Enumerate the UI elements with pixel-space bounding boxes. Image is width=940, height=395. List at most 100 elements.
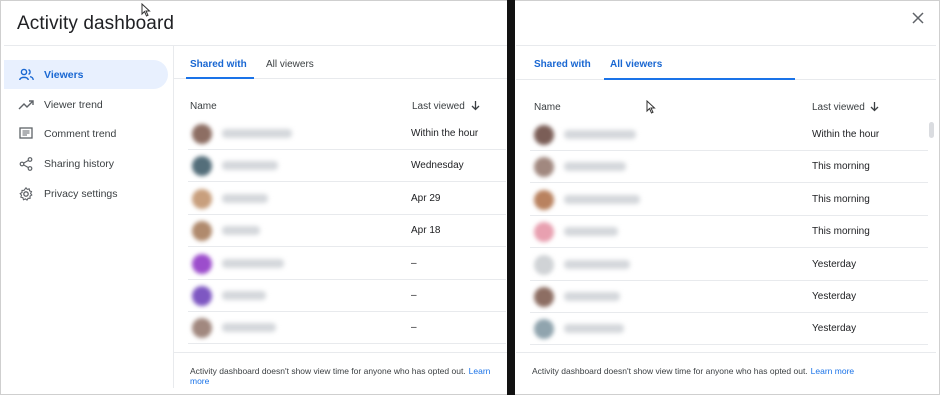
tab-bar-right: Shared with All viewers [516,46,936,80]
activity-dashboard-panel-left: Activity dashboard Viewers Viewer trend … [4,3,507,388]
avatar [534,287,554,307]
tab-shared-with[interactable]: Shared with [190,59,247,70]
blurred-viewer-name [222,323,276,333]
last-viewed-value: Yesterday [812,323,857,335]
viewer-row[interactable]: Within the hour [188,118,506,150]
blurred-viewer-name [564,259,630,269]
blurred-viewer-name [564,162,626,172]
comment-icon [18,126,34,142]
share-icon [18,156,34,172]
avatar [192,156,212,177]
viewer-row[interactable]: Yesterday [530,249,928,281]
viewers-content-right: Shared with All viewers Name Last viewed… [516,45,936,388]
viewer-row[interactable]: – [188,312,506,345]
mouse-cursor-icon [141,3,151,20]
sidebar-item-label: Comment trend [44,127,117,140]
sort-arrow-down-icon[interactable] [870,101,879,115]
sidebar-item-comment-trend[interactable]: Comment trend [4,119,168,148]
blurred-viewer-name [564,130,636,139]
opt-out-notice: Activity dashboard doesn't show view tim… [516,352,936,388]
avatar [534,254,554,275]
sidebar-item-sharing-history[interactable]: Sharing history [4,149,168,178]
close-icon[interactable] [912,11,924,29]
people-icon [18,67,34,83]
sidebar-item-label: Viewers [44,68,84,81]
tab-all-viewers[interactable]: All viewers [266,59,314,70]
opt-out-text: Activity dashboard doesn't show view tim… [532,366,808,376]
viewer-row[interactable]: This morning [530,184,928,216]
sidebar-item-label: Viewer trend [44,98,103,111]
viewer-row[interactable]: Apr 29 [188,183,506,215]
sidebar-item-viewers[interactable]: Viewers [4,60,168,89]
avatar [192,124,212,144]
blurred-viewer-name [564,292,620,301]
sort-arrow-down-icon[interactable] [471,100,480,114]
activity-dashboard-panel-right: Shared with All viewers Name Last viewed… [516,3,936,388]
last-viewed-value: This morning [812,226,870,238]
viewer-row[interactable]: Wednesday [188,150,506,183]
last-viewed-value: This morning [812,193,870,205]
viewers-content: Shared with All viewers Name Last viewed… [174,45,507,388]
blurred-viewer-name [222,161,278,171]
blurred-viewer-name [564,227,618,237]
column-header-name[interactable]: Name [190,101,217,112]
learn-more-link[interactable]: Learn more [811,366,854,376]
viewer-row[interactable]: Within the hour [530,119,928,151]
viewer-row[interactable]: Yesterday [530,281,928,313]
tab-shared-with[interactable]: Shared with [534,59,591,70]
blurred-viewer-name [564,324,624,334]
column-header-last-viewed[interactable]: Last viewed [412,101,465,112]
scrollbar-thumb[interactable] [929,122,934,138]
viewer-row[interactable]: Apr 18 [188,215,506,248]
blurred-viewer-name [222,291,266,300]
tab-bar: Shared with All viewers [174,46,507,79]
opt-out-notice: Activity dashboard doesn't show view tim… [174,352,507,388]
viewer-row[interactable]: – [188,280,506,312]
viewer-row[interactable]: This morning [530,151,928,184]
column-header-name[interactable]: Name [534,102,561,113]
viewer-row[interactable]: This morning [530,216,928,249]
active-tab-indicator [186,77,254,79]
blurred-viewer-name [222,226,260,236]
avatar [534,157,554,178]
sidebar-nav: Viewers Viewer trend Comment trend Shari… [4,45,174,388]
sidebar-item-viewer-trend[interactable]: Viewer trend [4,90,168,119]
avatar [192,318,212,339]
sidebar-item-privacy-settings[interactable]: Privacy settings [4,179,168,208]
viewer-row[interactable]: – [188,248,506,280]
blurred-viewer-name [222,129,292,138]
avatar [534,125,554,145]
avatar [192,253,212,274]
avatar [192,188,212,209]
active-tab-indicator [604,78,795,80]
gear-icon [18,186,34,202]
column-header-last-viewed[interactable]: Last viewed [812,102,865,113]
avatar [192,221,212,242]
avatar [534,222,554,243]
viewer-row[interactable]: Yesterday [530,313,928,346]
last-viewed-value: Within the hour [411,128,479,139]
blurred-viewer-name [222,258,284,268]
avatar [534,189,554,210]
blurred-viewer-name [564,194,640,204]
last-viewed-value: Yesterday [812,291,857,302]
image-divider [507,0,515,395]
avatar [534,319,554,340]
trend-icon [18,97,34,113]
mouse-cursor-icon [646,99,656,117]
last-viewed-value: Apr 29 [411,192,441,204]
last-viewed-value: Apr 18 [411,225,441,237]
last-viewed-value: Wednesday [411,160,464,172]
opt-out-text: Activity dashboard doesn't show view tim… [190,366,466,376]
blurred-viewer-name [222,193,268,203]
last-viewed-value: Yesterday [812,258,857,270]
sidebar-item-label: Sharing history [44,157,115,170]
tab-all-viewers[interactable]: All viewers [610,59,662,70]
last-viewed-value: – [411,257,417,269]
last-viewed-value: – [411,322,417,334]
last-viewed-value: This morning [812,161,870,173]
last-viewed-value: Within the hour [812,129,880,140]
avatar [192,286,212,306]
sidebar-item-label: Privacy settings [44,187,118,200]
last-viewed-value: – [411,290,417,301]
